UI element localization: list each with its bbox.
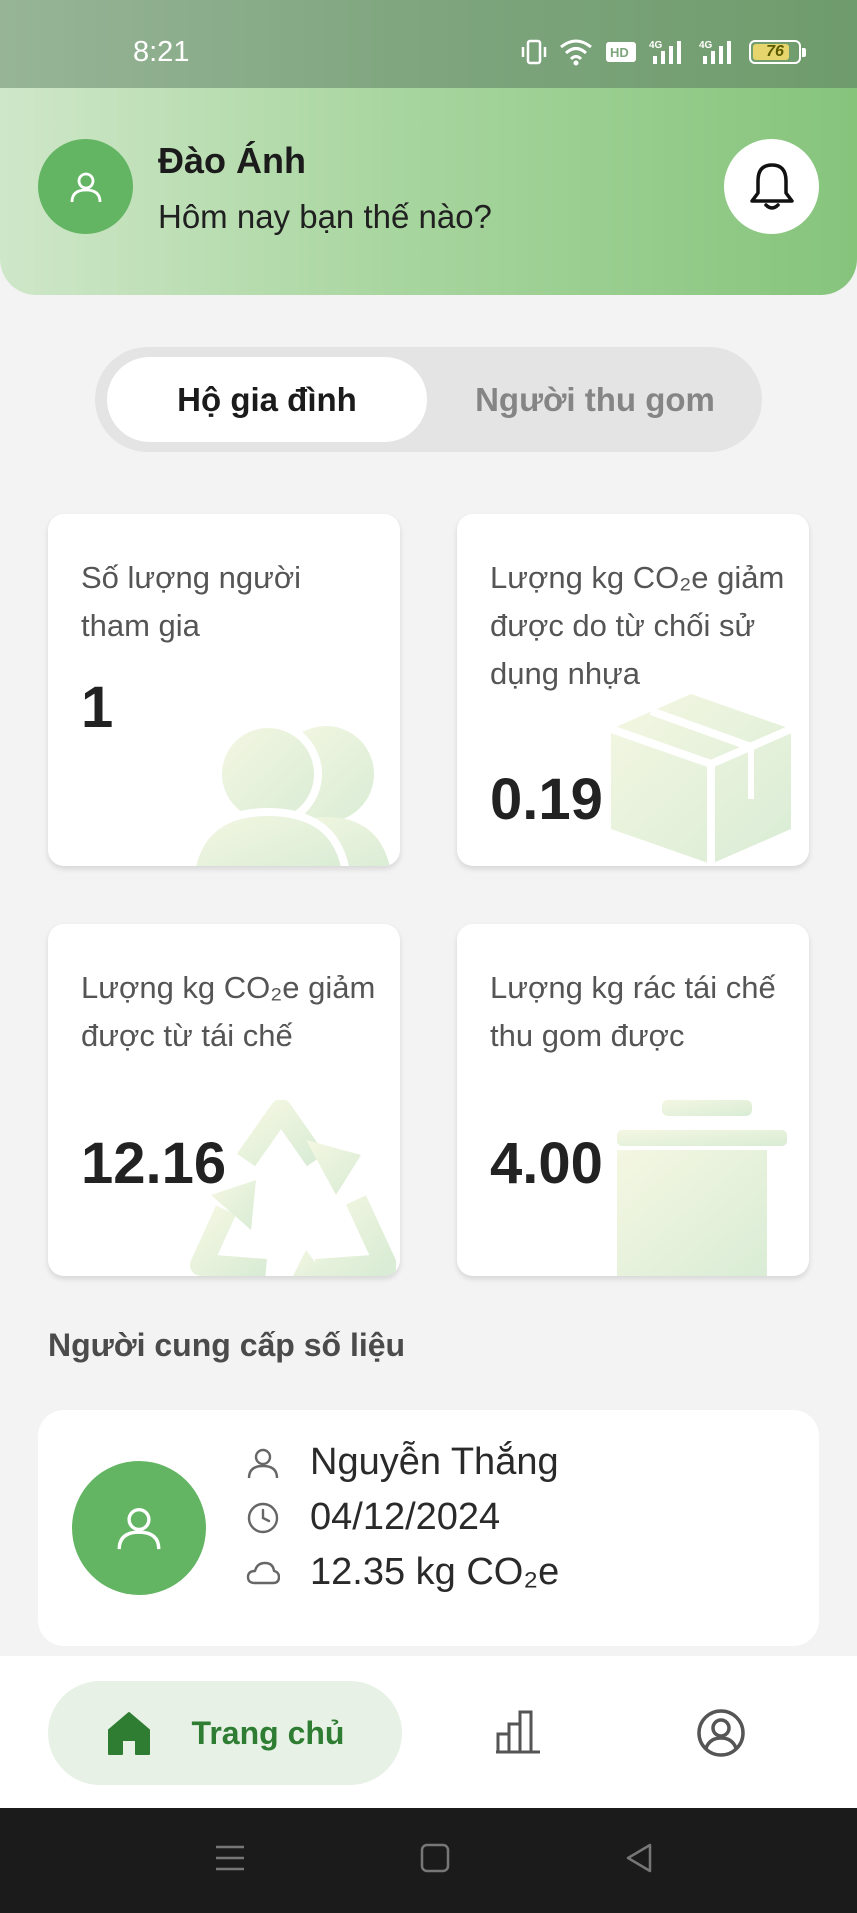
menu-icon[interactable]	[213, 1841, 247, 1875]
battery-icon: 76	[749, 40, 806, 64]
stat-label: Lượng kg rác tái chế thu gom được	[490, 970, 776, 1053]
bottom-nav: Trang chủ	[0, 1656, 857, 1808]
hd-icon: HD	[606, 42, 636, 62]
provider-amount: 12.35 kg CO₂e	[310, 1551, 560, 1593]
people-icon	[188, 720, 390, 866]
section-title: Người cung cấp số liệu	[48, 1327, 406, 1363]
status-icons: HD 4G 4G 76	[521, 38, 806, 66]
stat-value: 0.19	[490, 767, 603, 832]
network-label-2: 4G	[699, 40, 713, 51]
stat-value: 1	[81, 675, 114, 740]
box-icon	[609, 694, 793, 864]
home-icon	[107, 1712, 150, 1755]
stat-card-recycled-waste: Lượng kg rác tái chế thu gom được 4.00	[457, 924, 809, 1276]
signal-icon-2: 4G	[699, 40, 731, 64]
stat-value: 12.16	[81, 1131, 227, 1196]
vibrate-icon	[521, 39, 547, 65]
battery-level: 76	[766, 43, 784, 60]
network-label-1: 4G	[649, 40, 663, 51]
back-icon[interactable]	[622, 1841, 656, 1875]
signal-icon-1: 4G	[649, 40, 681, 64]
nav-home[interactable]: Trang chủ	[48, 1681, 402, 1785]
status-bar: 8:21 HD 4G 4G 76	[0, 0, 857, 88]
stat-label: Số lượng người tham gia	[81, 560, 302, 643]
stat-label: Lượng kg CO₂e giảm được từ tái chế	[81, 970, 376, 1053]
tab-household[interactable]: Hộ gia đình	[107, 357, 427, 442]
user-name: Đào Ánh	[158, 140, 306, 181]
person-icon	[247, 1448, 279, 1478]
avatar[interactable]	[38, 139, 133, 234]
cloud-icon	[246, 1561, 280, 1584]
stat-card-plastic-refusal: Lượng kg CO₂e giảm được do từ chối sử dụ…	[457, 514, 809, 866]
user-icon	[117, 1507, 161, 1550]
provider-date-row: 04/12/2024	[246, 1496, 500, 1539]
provider-card[interactable]: Nguyễn Thắng 04/12/2024 12.35 kg CO₂e	[38, 1410, 819, 1646]
account-icon[interactable]	[696, 1708, 746, 1758]
hd-label: HD	[610, 45, 629, 60]
bell-icon	[749, 162, 794, 210]
provider-avatar	[72, 1461, 206, 1595]
provider-date: 04/12/2024	[310, 1496, 501, 1538]
nav-home-label: Trang chủ	[191, 1714, 345, 1751]
wifi-icon	[560, 39, 592, 66]
stat-value: 4.00	[490, 1131, 603, 1196]
stat-card-participants: Số lượng người tham gia 1	[48, 514, 400, 866]
home-square-icon[interactable]	[418, 1841, 452, 1875]
bar-chart-icon[interactable]	[494, 1708, 542, 1756]
user-icon	[70, 172, 101, 202]
system-nav-bar	[0, 1808, 857, 1913]
provider-name: Nguyễn Thắng	[310, 1441, 559, 1483]
trash-bin-icon	[617, 1100, 787, 1276]
stat-card-recycling-co2: Lượng kg CO₂e giảm được từ tái chế 12.16	[48, 924, 400, 1276]
role-switch: Hộ gia đình Người thu gom	[95, 347, 762, 452]
provider-amount-row: 12.35 kg CO₂e	[246, 1551, 559, 1594]
tab-collector[interactable]: Người thu gom	[435, 357, 755, 442]
greeting-text: Hôm nay bạn thế nào?	[158, 198, 492, 235]
clock-icon	[247, 1502, 279, 1533]
header: 8:21 HD 4G 4G 76 Đào Ánh Hôm nay bạn thế…	[0, 0, 857, 295]
stat-label: Lượng kg CO₂e giảm được do từ chối sử dụ…	[490, 560, 785, 691]
notification-button[interactable]	[724, 139, 819, 234]
status-time: 8:21	[133, 36, 190, 68]
provider-name-row: Nguyễn Thắng	[246, 1441, 559, 1484]
